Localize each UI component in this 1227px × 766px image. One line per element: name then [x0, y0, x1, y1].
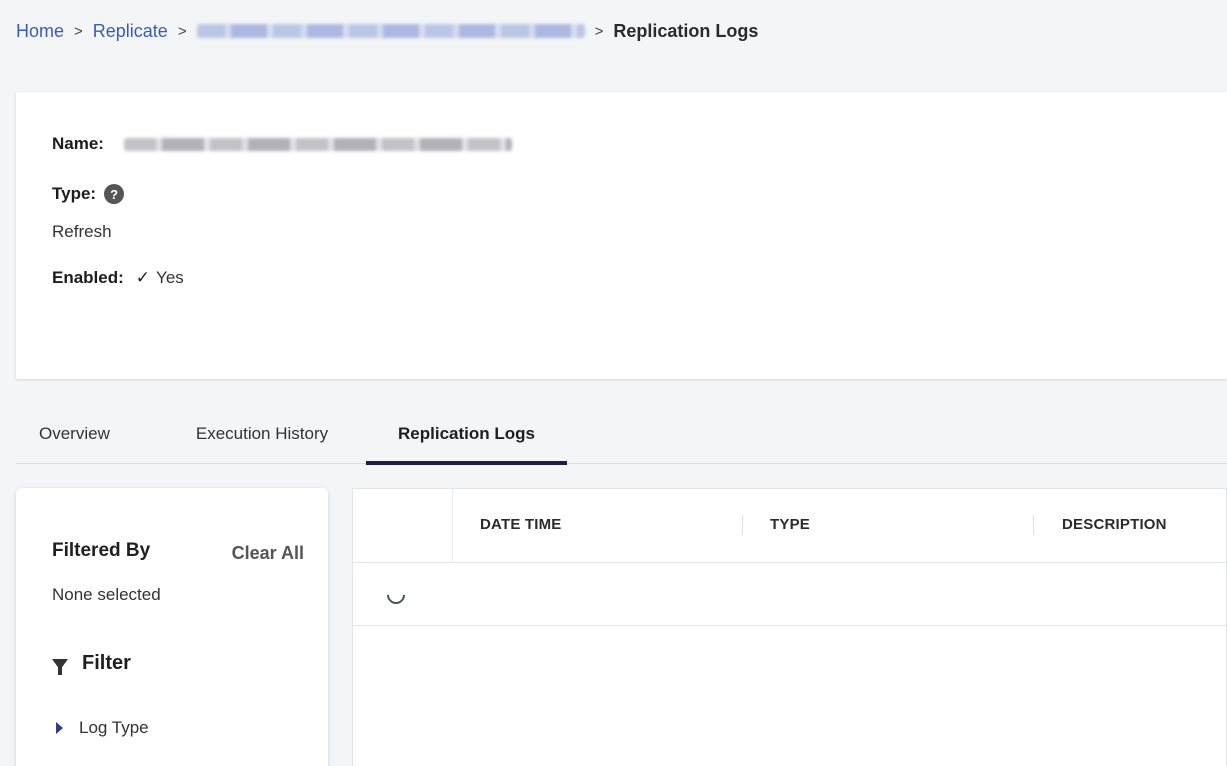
type-value: Refresh — [52, 222, 112, 241]
column-divider[interactable] — [742, 515, 743, 535]
column-header-type[interactable]: TYPE — [770, 516, 810, 533]
log-type-label: Log Type — [79, 718, 149, 737]
tab-bar: Overview Execution History Replication L… — [16, 404, 1227, 465]
breadcrumb-redacted-job-link[interactable] — [196, 24, 585, 38]
none-selected-text: None selected — [52, 585, 161, 604]
enabled-label: Enabled: — [52, 268, 124, 287]
tab-overview[interactable]: Overview — [16, 404, 158, 464]
caret-right-icon — [56, 722, 63, 734]
breadcrumb: Home > Replicate > > Replication Logs — [16, 18, 758, 44]
type-row: Type: ? — [52, 184, 125, 204]
tab-execution-history[interactable]: Execution History — [158, 404, 366, 464]
loading-row — [353, 564, 1226, 626]
logs-table: DATE TIME TYPE DESCRIPTION — [352, 488, 1227, 766]
breadcrumb-replicate-link[interactable]: Replicate — [93, 21, 168, 42]
breadcrumb-current: Replication Logs — [613, 20, 759, 41]
breadcrumb-separator: > — [74, 22, 83, 40]
name-label: Name: — [52, 134, 104, 153]
filter-heading: Filter — [52, 652, 131, 675]
column-divider[interactable] — [1033, 515, 1034, 535]
table-header: DATE TIME TYPE DESCRIPTION — [353, 489, 1226, 563]
filtered-by-title: Filtered By — [52, 540, 151, 561]
type-label: Type: — [52, 184, 97, 203]
type-value-row: Refresh — [52, 222, 112, 242]
loading-spinner-icon — [383, 582, 409, 608]
enabled-row: Enabled: ✓ Yes — [52, 268, 184, 288]
filter-panel: Filtered By Clear All None selected Filt… — [16, 488, 328, 766]
enabled-value: Yes — [156, 268, 184, 287]
job-details-card: Name: Type: ? Refresh Enabled: ✓ Yes — [16, 92, 1227, 379]
clear-all-button[interactable]: Clear All — [232, 543, 304, 564]
filter-heading-label: Filter — [82, 652, 131, 674]
redacted-name-value — [123, 137, 512, 151]
column-header-date-time[interactable]: DATE TIME — [480, 516, 562, 533]
help-icon[interactable]: ? — [104, 184, 125, 204]
filter-item-log-type[interactable]: Log Type — [56, 718, 149, 738]
tab-replication-logs[interactable]: Replication Logs — [366, 404, 567, 465]
select-column-header — [353, 489, 453, 563]
check-icon: ✓ — [135, 268, 151, 287]
column-header-description[interactable]: DESCRIPTION — [1062, 516, 1167, 533]
filter-funnel-icon — [52, 659, 68, 675]
breadcrumb-home-link[interactable]: Home — [16, 21, 64, 42]
name-row: Name: — [52, 134, 512, 154]
breadcrumb-separator: > — [177, 22, 187, 40]
breadcrumb-separator: > — [594, 22, 604, 40]
